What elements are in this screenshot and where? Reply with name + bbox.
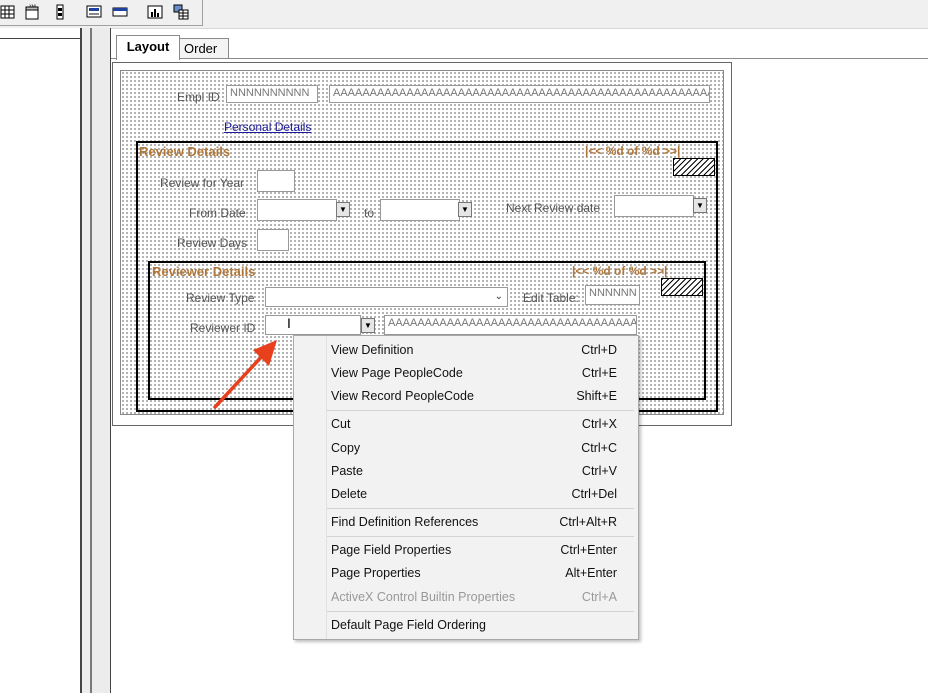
review-type-label: Review Type <box>186 291 255 305</box>
tab-order[interactable]: Order <box>179 38 229 58</box>
review-nav-indicator: |<< %d of %d >>| <box>585 144 681 158</box>
menu-item-view-definition[interactable]: View Definition Ctrl+D <box>294 339 638 361</box>
pane-divider <box>0 38 80 39</box>
menu-separator <box>327 508 634 509</box>
reviewer-id-field[interactable]: I <box>265 315 361 335</box>
from-date-calendar-button[interactable]: ▼ <box>336 202 350 217</box>
menu-item-copy[interactable]: Copy Ctrl+C <box>294 437 638 459</box>
reviewer-id-prompt-button[interactable]: ▼ <box>361 318 375 333</box>
review-scroll-action-button[interactable] <box>673 158 715 176</box>
edit-table-label: Edit Table: <box>523 291 579 305</box>
next-review-date-calendar-button[interactable]: ▼ <box>693 198 707 213</box>
component-icon[interactable] <box>173 4 189 20</box>
to-label: to <box>364 206 375 220</box>
svg-text:XML: XML <box>29 4 38 8</box>
review-days-label: Review Days <box>177 236 248 250</box>
chevron-down-icon: ⌄ <box>494 291 503 302</box>
next-review-date-label: Next Review date <box>506 201 601 215</box>
empl-id-field[interactable]: NNNNNNNNNN <box>226 85 318 103</box>
edit-table-field[interactable]: NNNNNN <box>585 285 640 305</box>
chart-icon[interactable] <box>147 4 163 20</box>
context-menu[interactable]: View Definition Ctrl+D View Page PeopleCo… <box>293 335 639 640</box>
menu-item-default-page-field-ordering[interactable]: Default Page Field Ordering <box>294 614 638 636</box>
review-for-year-field[interactable] <box>257 170 295 192</box>
menu-item-cut[interactable]: Cut Ctrl+X <box>294 413 638 435</box>
reviewer-scroll-action-button[interactable] <box>661 278 703 296</box>
menu-item-view-page-peoplecode[interactable]: View Page PeopleCode Ctrl+E <box>294 362 638 384</box>
from-date-field[interactable] <box>257 199 337 221</box>
page-field-icon[interactable] <box>86 4 102 20</box>
empl-id-label: Empl ID <box>177 90 220 104</box>
text-cursor-icon: I <box>287 315 291 331</box>
reviewer-nav-indicator: |<< %d of %d >>| <box>572 264 668 278</box>
left-pane <box>0 28 82 693</box>
scroll-icon[interactable] <box>52 4 68 20</box>
menu-separator <box>327 410 634 411</box>
splitter-bar[interactable] <box>90 28 92 693</box>
toolbar: XML <box>0 0 928 29</box>
reviewer-details-title: Reviewer Details <box>152 264 256 279</box>
reviewer-name-field[interactable]: AAAAAAAAAAAAAAAAAAAAAAAAAAAAAAAAAAA <box>384 315 637 335</box>
menu-item-activex-control-builtin-properties: ActiveX Control Builtin Properties Ctrl+A <box>331 590 617 604</box>
next-review-date-field[interactable] <box>614 195 694 217</box>
menu-item-page-properties[interactable]: Page Properties Alt+Enter <box>294 562 638 584</box>
tab-layout[interactable]: Layout <box>116 35 180 60</box>
menu-item-page-field-properties[interactable]: Page Field Properties Ctrl+Enter <box>294 539 638 561</box>
menu-separator <box>327 536 634 537</box>
from-date-label: From Date <box>189 206 246 220</box>
pane-splitter[interactable] <box>82 28 111 693</box>
xml-page-icon[interactable]: XML <box>24 4 40 20</box>
review-days-field[interactable] <box>257 229 289 251</box>
tab-strip-line <box>111 58 928 59</box>
review-details-title: Review Details <box>139 144 231 159</box>
employee-name-field[interactable]: AAAAAAAAAAAAAAAAAAAAAAAAAAAAAAAAAAAAAAAA… <box>329 85 710 103</box>
menu-item-paste[interactable]: Paste Ctrl+V <box>294 460 638 482</box>
menu-item-find-definition-references[interactable]: Find Definition References Ctrl+Alt+R <box>294 511 638 533</box>
menu-item-view-record-peoplecode[interactable]: View Record PeopleCode Shift+E <box>294 385 638 407</box>
grid-icon[interactable] <box>0 4 16 20</box>
menu-item-delete[interactable]: Delete Ctrl+Del <box>294 483 638 505</box>
review-for-year-label: Review for Year <box>160 176 245 190</box>
personal-details-link[interactable]: Personal Details <box>224 120 311 134</box>
menu-separator <box>327 611 634 612</box>
review-type-dropdown[interactable]: ⌄ <box>265 287 508 307</box>
grid-field-icon[interactable] <box>112 4 128 20</box>
reviewer-id-label: Reviewer ID <box>190 321 256 335</box>
to-date-field[interactable] <box>380 199 460 221</box>
annotation-arrow-icon <box>213 340 277 409</box>
to-date-calendar-button[interactable]: ▼ <box>458 202 472 217</box>
